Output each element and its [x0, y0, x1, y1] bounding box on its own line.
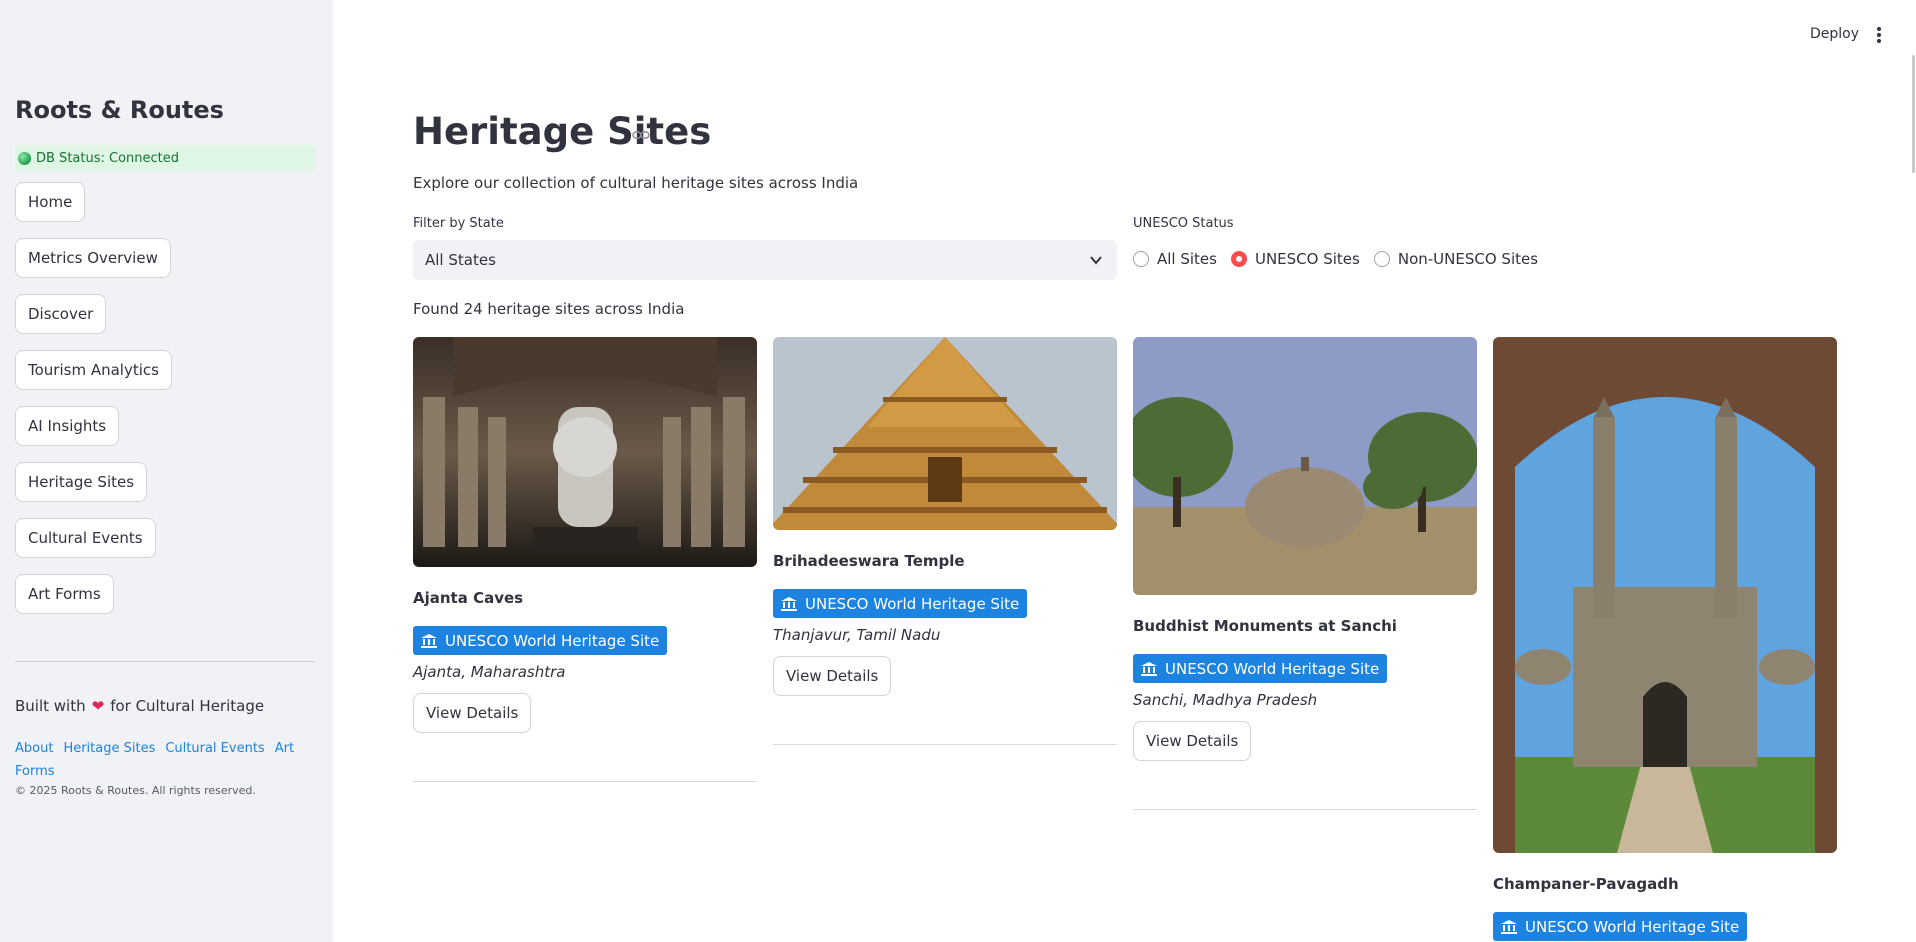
status-dot-icon — [18, 151, 31, 165]
nav-discover-button[interactable]: Discover — [15, 294, 107, 334]
radio-label: Non-UNESCO Sites — [1397, 250, 1539, 268]
site-card: Champaner-Pavagadh UNESCO World Heritage… — [1493, 337, 1837, 941]
unesco-badge: UNESCO World Heritage Site — [773, 589, 1028, 618]
view-details-button[interactable]: View Details — [1133, 721, 1252, 761]
nav-cultural-events-button[interactable]: Cultural Events — [15, 518, 156, 558]
unesco-status-label: UNESCO Status — [1133, 216, 1234, 231]
heart-icon: ❤ — [91, 697, 105, 715]
state-select-value: All States — [425, 251, 496, 269]
filter-state-label: Filter by State — [413, 216, 504, 231]
radio-unesco-sites[interactable]: UNESCO Sites — [1230, 250, 1360, 268]
radio-all-sites[interactable]: All Sites — [1133, 250, 1217, 268]
scrollbar[interactable] — [1912, 55, 1915, 173]
site-card: Ajanta Caves UNESCO World Heritage Site … — [413, 337, 757, 782]
unesco-badge: UNESCO World Heritage Site — [1133, 654, 1388, 683]
card-divider — [773, 744, 1117, 745]
unesco-radio-group: All Sites UNESCO Sites Non-UNESCO Sites — [1133, 250, 1538, 268]
unesco-badge: UNESCO World Heritage Site — [1493, 912, 1748, 941]
site-image — [773, 337, 1117, 530]
site-image — [1133, 337, 1477, 595]
main-menu-icon[interactable] — [1872, 25, 1886, 45]
museum-icon — [1141, 661, 1157, 676]
nav-home-button[interactable]: Home — [15, 182, 86, 222]
museum-icon — [421, 633, 437, 648]
sidebar-divider — [15, 661, 315, 662]
nav-ai-insights-button[interactable]: AI Insights — [15, 406, 120, 446]
link-icon[interactable] — [632, 128, 650, 142]
nav-heritage-sites-button[interactable]: Heritage Sites — [15, 462, 148, 502]
nav-art-forms-button[interactable]: Art Forms — [15, 574, 114, 614]
card-divider — [413, 781, 757, 782]
radio-label: UNESCO Sites — [1254, 250, 1360, 268]
sidebar: Roots & Routes DB Status: Connected Home… — [0, 0, 333, 942]
badge-text: UNESCO World Heritage Site — [445, 631, 660, 650]
built-with-text: Built with ❤ for Cultural Heritage — [15, 697, 264, 715]
badge-text: UNESCO World Heritage Site — [805, 594, 1020, 613]
museum-icon — [1501, 919, 1517, 934]
page-title: Heritage Sites — [413, 110, 712, 153]
site-location: Thanjavur, Tamil Nadu — [773, 626, 941, 644]
page-subtitle: Explore our collection of cultural herit… — [413, 174, 859, 192]
copyright: © 2025 Roots & Routes. All rights reserv… — [15, 784, 256, 797]
footer-links: About Heritage Sites Cultural Events Art Fo… — [15, 737, 315, 783]
site-name: Ajanta Caves — [413, 589, 524, 607]
radio-label: All Sites — [1157, 250, 1217, 268]
site-image — [1493, 337, 1837, 853]
chevron-down-icon — [1090, 256, 1102, 265]
nav-metrics-overview-button[interactable]: Metrics Overview — [15, 238, 171, 278]
museum-icon — [781, 596, 797, 611]
state-select[interactable]: All States — [413, 240, 1117, 280]
site-name: Buddhist Monuments at Sanchi — [1133, 617, 1397, 635]
view-details-button[interactable]: View Details — [773, 656, 892, 696]
badge-text: UNESCO World Heritage Site — [1525, 917, 1740, 936]
site-location: Sanchi, Madhya Pradesh — [1133, 691, 1318, 709]
nav-tourism-analytics-button[interactable]: Tourism Analytics — [15, 350, 172, 390]
site-location: Ajanta, Maharashtra — [413, 663, 566, 681]
site-card: Buddhist Monuments at Sanchi UNESCO Worl… — [1133, 337, 1477, 810]
card-divider — [1133, 809, 1477, 810]
footer-link-cultural-events[interactable]: Cultural Events — [165, 741, 264, 756]
footer-link-heritage-sites[interactable]: Heritage Sites — [63, 741, 155, 756]
unesco-badge: UNESCO World Heritage Site — [413, 626, 668, 655]
site-name: Brihadeeswara Temple — [773, 552, 965, 570]
built-with-prefix: Built with — [15, 697, 86, 715]
built-with-suffix: for Cultural Heritage — [110, 697, 265, 715]
site-image — [413, 337, 757, 567]
radio-circle-selected[interactable] — [1230, 251, 1247, 267]
db-status-badge: DB Status: Connected — [15, 145, 315, 171]
radio-circle[interactable] — [1373, 251, 1390, 267]
badge-text: UNESCO World Heritage Site — [1165, 659, 1380, 678]
radio-circle[interactable] — [1133, 251, 1149, 267]
app-title: Roots & Routes — [15, 96, 224, 124]
site-name: Champaner-Pavagadh — [1493, 875, 1679, 893]
db-status-text: DB Status: Connected — [36, 150, 179, 166]
results-count: Found 24 heritage sites across India — [413, 300, 685, 318]
deploy-button[interactable]: Deploy — [1810, 26, 1859, 42]
footer-link-about[interactable]: About — [15, 741, 53, 756]
site-card: Brihadeeswara Temple UNESCO World Herita… — [773, 337, 1117, 745]
view-details-button[interactable]: View Details — [413, 693, 532, 733]
radio-non-unesco-sites[interactable]: Non-UNESCO Sites — [1373, 250, 1539, 268]
